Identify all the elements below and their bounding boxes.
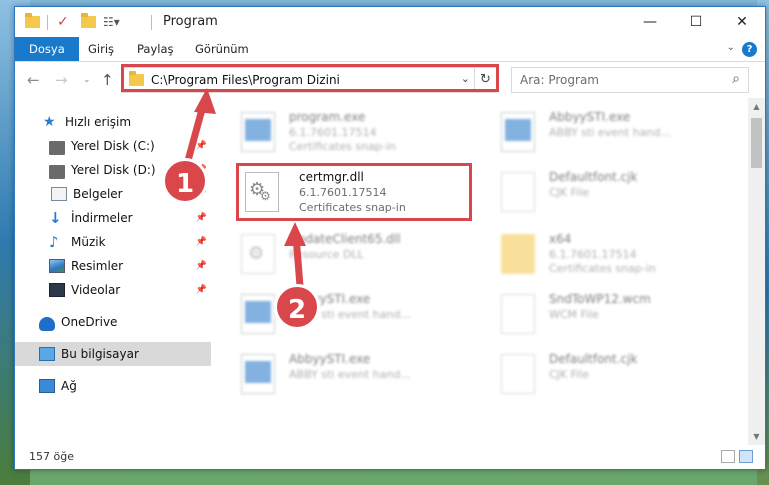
arrow-1-head [194,88,216,114]
annotation-arrows [182,88,306,287]
step-badge-2: 2 [274,284,320,330]
arrow-2-head [284,222,306,246]
step-badge-1: 1 [162,158,208,204]
